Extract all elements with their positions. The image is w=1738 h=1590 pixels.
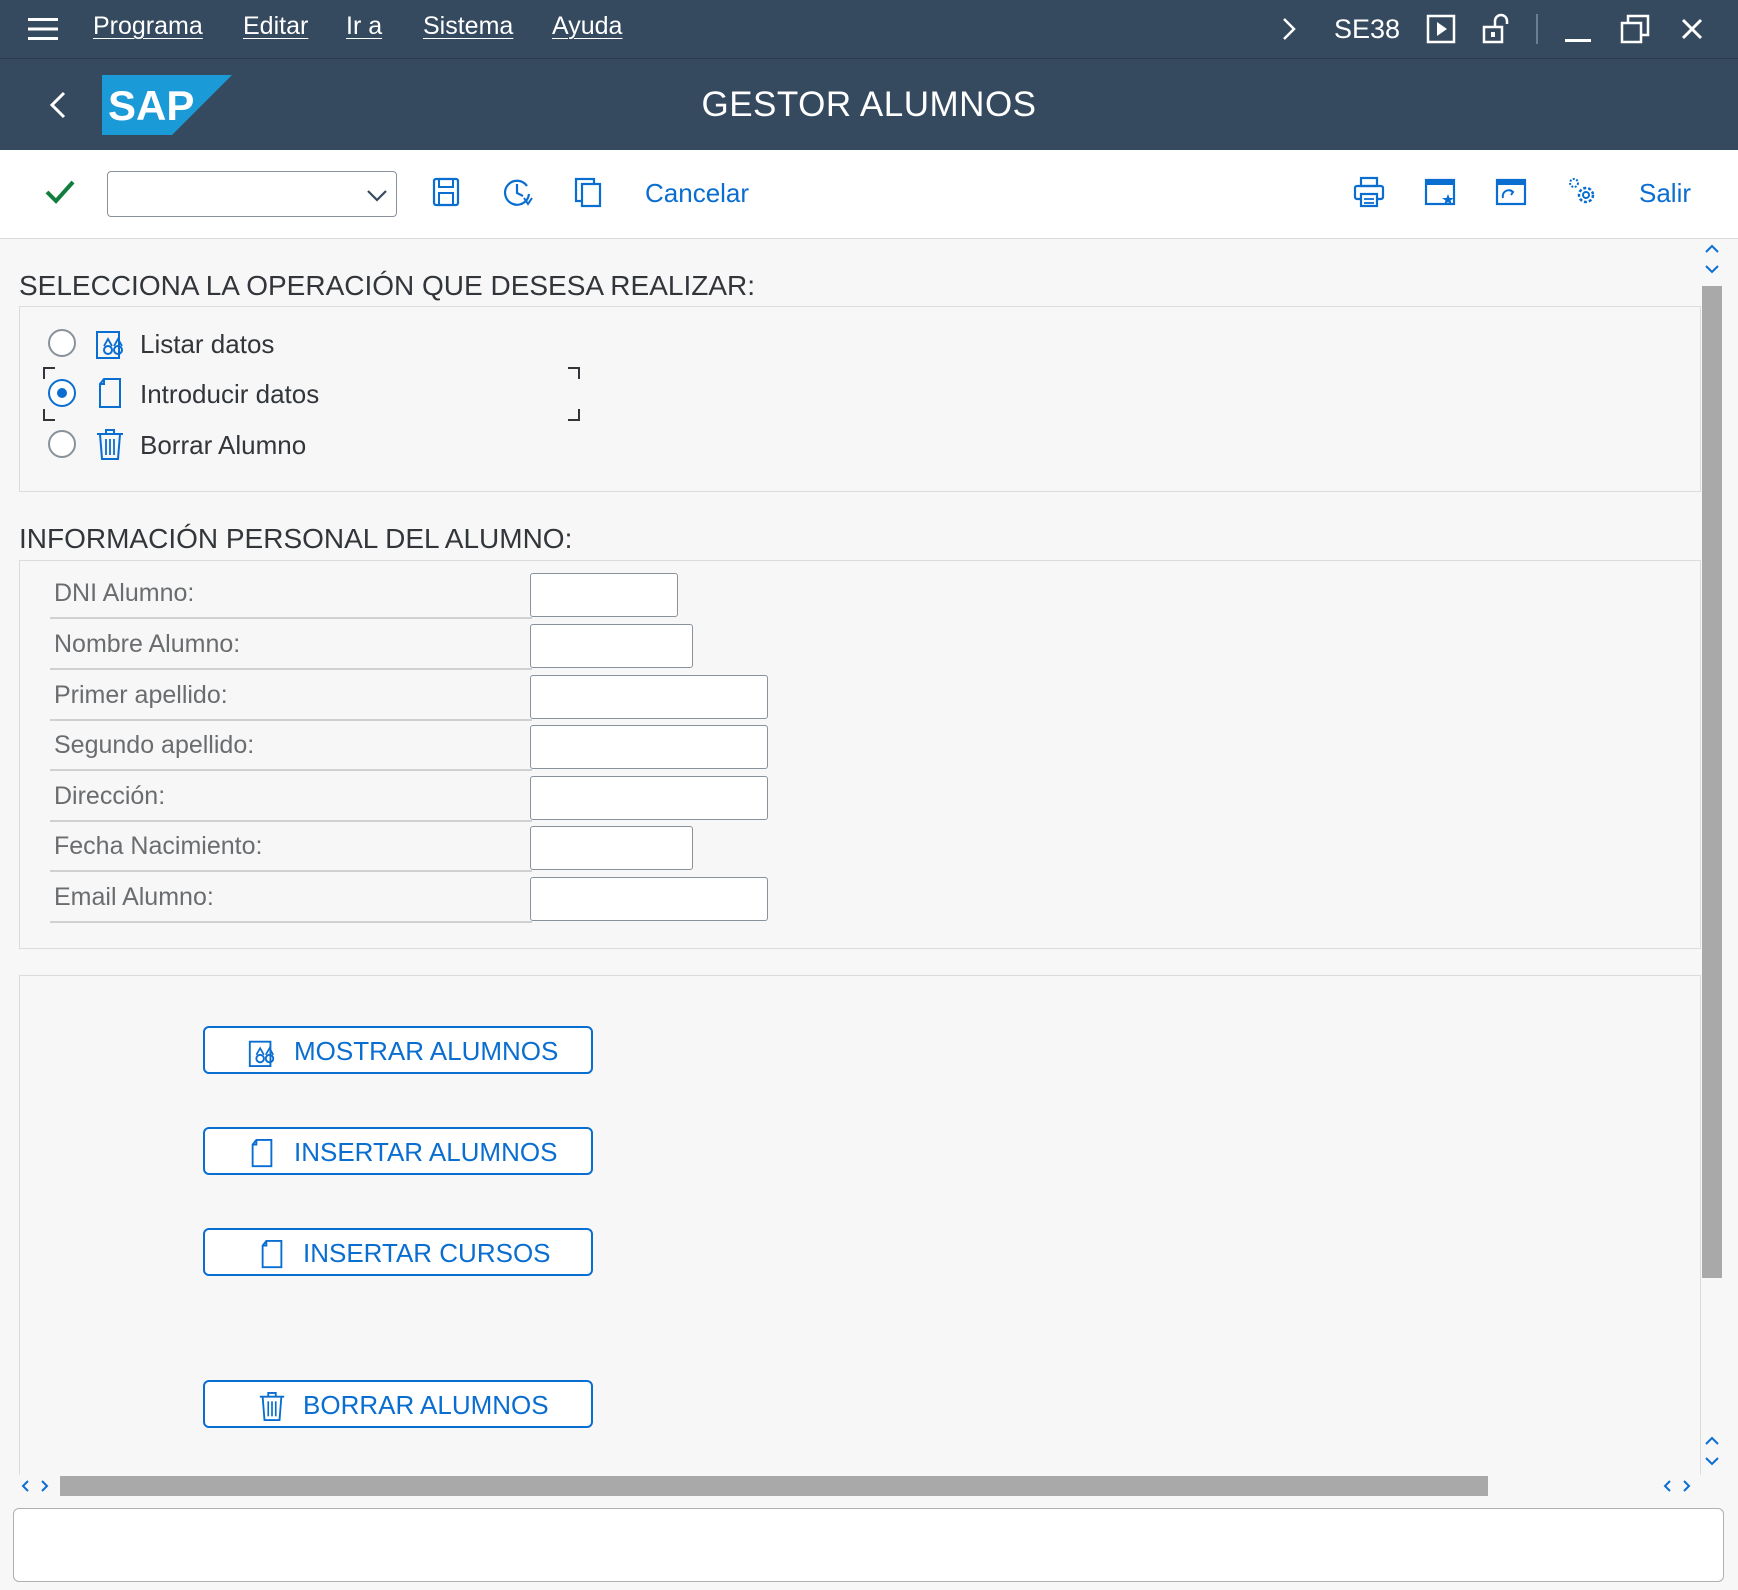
radio-button[interactable]: [48, 430, 76, 458]
menu-separator: [1536, 14, 1538, 44]
minimize-icon[interactable]: [1561, 12, 1595, 46]
field-divider: [50, 769, 532, 771]
button-label: INSERTAR CURSOS: [303, 1238, 551, 1268]
email-label: Email Alumno:: [54, 883, 214, 911]
chevron-right-icon[interactable]: [1272, 12, 1306, 46]
fecha-nacimiento-input[interactable]: [530, 826, 693, 870]
copy-icon[interactable]: [568, 172, 608, 212]
primer-apellido-input[interactable]: [530, 675, 768, 719]
field-divider: [50, 617, 532, 619]
segundo-apellido-label: Segundo apellido:: [54, 731, 255, 759]
transaction-code: SE38: [1334, 14, 1401, 44]
horizontal-scroll-thumb[interactable]: [60, 1476, 1488, 1496]
scroll-up-down-icon[interactable]: [1700, 240, 1724, 280]
radio-label: Listar datos: [140, 329, 275, 359]
field-row-fecha-nacimiento: Fecha Nacimiento:: [50, 822, 540, 872]
focus-corner: [43, 367, 55, 379]
window-switch-icon[interactable]: [1491, 172, 1531, 212]
vertical-scroll-thumb[interactable]: [1702, 286, 1722, 1278]
document-icon: [251, 1138, 273, 1168]
radio-label: Borrar Alumno: [140, 430, 307, 460]
history-icon[interactable]: [497, 172, 537, 212]
borrar-alumnos-button[interactable]: BORRAR ALUMNOS: [203, 1380, 593, 1428]
mostrar-alumnos-button[interactable]: MOSTRAR ALUMNOS: [203, 1026, 593, 1074]
menu-item-ir-a[interactable]: Ir a: [346, 12, 382, 41]
fecha-nacimiento-label: Fecha Nacimiento:: [54, 832, 263, 860]
personal-info-group: DNI Alumno: Nombre Alumno: Primer apelli…: [19, 560, 1701, 949]
operation-section-title: SELECCIONA LA OPERACIÓN QUE DESESA REALI…: [19, 270, 756, 301]
trash-icon: [259, 1391, 285, 1421]
operation-group: Listar datos Introducir datos Borrar Alu…: [19, 306, 1701, 492]
actions-group: MOSTRAR ALUMNOS INSERTAR ALUMNOS INSERTA…: [19, 975, 1701, 1475]
menu-item-editar[interactable]: Editar: [243, 12, 308, 41]
field-divider: [50, 668, 532, 670]
insertar-cursos-button[interactable]: INSERTAR CURSOS: [203, 1228, 593, 1276]
dni-input[interactable]: [530, 573, 678, 617]
trash-icon: [97, 429, 123, 460]
radio-label: Introducir datos: [140, 379, 320, 409]
sap-window: Programa Editar Ir a Sistema Ayuda SE38: [0, 0, 1738, 1590]
command-field[interactable]: [107, 171, 397, 217]
focus-corner: [568, 409, 580, 421]
field-row-segundo-apellido: Segundo apellido:: [50, 721, 540, 771]
status-bar: [13, 1508, 1724, 1582]
scroll-up-down-icon[interactable]: [1700, 1432, 1724, 1472]
hamburger-menu-icon[interactable]: [26, 16, 62, 42]
document-icon: [99, 378, 121, 408]
scroll-left-right-icon[interactable]: [16, 1474, 56, 1498]
title-bar: SAP GESTOR ALUMNOS: [0, 59, 1738, 150]
application-toolbar: Cancelar Salir: [0, 150, 1738, 239]
field-divider: [50, 870, 532, 872]
field-row-primer-apellido: Primer apellido:: [50, 671, 540, 721]
chevron-down-icon[interactable]: [364, 182, 390, 208]
direccion-label: Dirección:: [54, 782, 166, 810]
email-input[interactable]: [530, 877, 768, 921]
exit-button[interactable]: Salir: [1639, 178, 1691, 209]
dni-label: DNI Alumno:: [54, 579, 195, 607]
button-label: BORRAR ALUMNOS: [303, 1390, 549, 1420]
print-icon[interactable]: [1349, 172, 1389, 212]
restore-icon[interactable]: [1618, 12, 1652, 46]
cancel-button[interactable]: Cancelar: [645, 178, 749, 209]
nombre-label: Nombre Alumno:: [54, 630, 241, 658]
radio-button[interactable]: [48, 329, 76, 357]
primer-apellido-label: Primer apellido:: [54, 681, 228, 709]
execute-icon[interactable]: [1424, 12, 1458, 46]
segundo-apellido-input[interactable]: [530, 725, 768, 769]
document-icon: [261, 1239, 283, 1269]
nombre-input[interactable]: [530, 624, 693, 668]
unlock-icon[interactable]: [1479, 12, 1513, 46]
button-label: MOSTRAR ALUMNOS: [294, 1036, 559, 1066]
settings-icon[interactable]: [1562, 172, 1602, 212]
menu-bar: Programa Editar Ir a Sistema Ayuda SE38: [0, 0, 1738, 59]
focus-corner: [568, 367, 580, 379]
direccion-input[interactable]: [530, 776, 768, 820]
close-icon[interactable]: [1675, 12, 1709, 46]
new-window-icon[interactable]: [1420, 172, 1460, 212]
field-divider: [50, 921, 532, 923]
field-row-dni: DNI Alumno:: [50, 569, 540, 619]
scroll-left-right-icon[interactable]: [1658, 1474, 1698, 1498]
field-row-nombre: Nombre Alumno:: [50, 620, 540, 670]
button-label: INSERTAR ALUMNOS: [294, 1137, 558, 1167]
horizontal-scrollbar[interactable]: [12, 1474, 1724, 1498]
save-icon[interactable]: [426, 172, 466, 212]
checkmark-icon[interactable]: [40, 172, 80, 212]
radio-button-selected[interactable]: [48, 379, 76, 407]
page-title: GESTOR ALUMNOS: [701, 85, 1037, 124]
personal-section-title: INFORMACIÓN PERSONAL DEL ALUMNO:: [19, 523, 573, 554]
insertar-alumnos-button[interactable]: INSERTAR ALUMNOS: [203, 1127, 593, 1175]
field-row-email: Email Alumno:: [50, 873, 540, 923]
display-icon: [248, 1040, 275, 1067]
menu-item-programa[interactable]: Programa: [93, 12, 203, 41]
focus-corner: [43, 409, 55, 421]
vertical-scrollbar[interactable]: [1700, 240, 1724, 1478]
menu-item-sistema[interactable]: Sistema: [423, 12, 513, 41]
menu-item-ayuda[interactable]: Ayuda: [552, 12, 622, 41]
field-row-direccion: Dirección:: [50, 772, 540, 822]
display-icon: [96, 331, 123, 359]
